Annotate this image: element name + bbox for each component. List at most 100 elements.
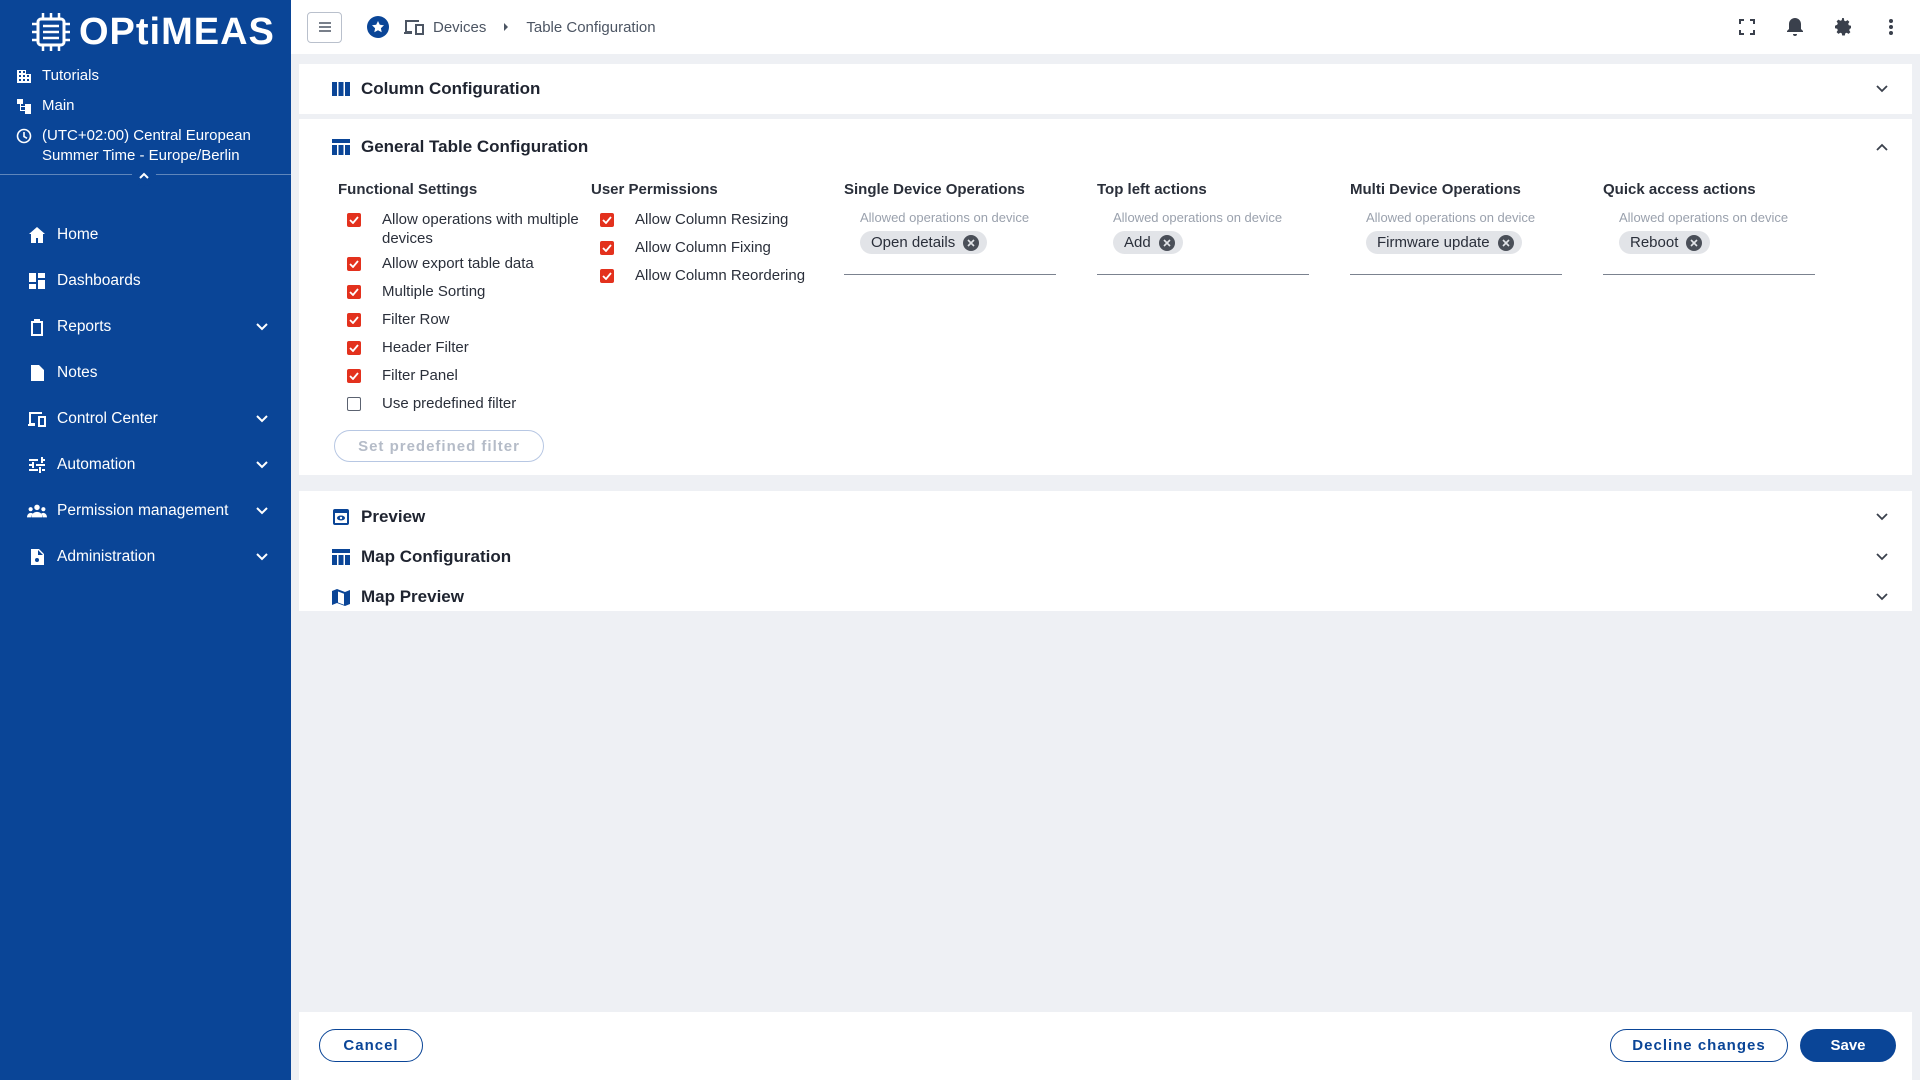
checkbox-checked-icon[interactable] (347, 257, 361, 271)
chevron-down-icon (256, 323, 268, 331)
chevron-up-icon[interactable] (1872, 137, 1892, 157)
multi-device-operations-field[interactable]: Allowed operations on device Firmware up… (1350, 210, 1562, 275)
map-configuration-header[interactable]: Map Configuration (299, 537, 1912, 577)
chevron-down-icon[interactable] (1872, 547, 1892, 567)
remove-chip-icon[interactable] (1686, 234, 1703, 251)
menu-toggle-button[interactable] (307, 11, 342, 43)
logo[interactable]: OPtiMEAS (0, 0, 291, 56)
breadcrumb: Devices Table Configuration (389, 18, 656, 36)
tenant-label: Tutorials (42, 67, 99, 84)
user-permissions: User Permissions Allow Column Resizing A… (591, 181, 831, 294)
table-icon (331, 137, 351, 157)
chevron-down-icon[interactable] (1872, 587, 1892, 607)
dashboard-icon (27, 271, 47, 291)
preview-panels: Preview Map Configuration Map Preview (299, 491, 1912, 611)
remove-chip-icon[interactable] (1158, 234, 1175, 251)
checkbox-checked-icon[interactable] (347, 341, 361, 355)
more-vert-icon[interactable] (1880, 16, 1902, 38)
quick-access-actions-field[interactable]: Allowed operations on device Reboot (1603, 210, 1815, 275)
preview-icon (331, 507, 351, 527)
preview-header[interactable]: Preview (299, 497, 1912, 537)
chevron-down-icon[interactable] (1872, 79, 1892, 99)
chevron-down-icon (256, 507, 268, 515)
decline-changes-button[interactable]: Decline changes (1610, 1029, 1788, 1062)
checkbox-checked-icon[interactable] (347, 213, 361, 227)
checkbox-column-resizing[interactable]: Allow Column Resizing (591, 210, 831, 238)
set-predefined-filter-button[interactable]: Set predefined filter (334, 430, 544, 462)
checkbox-checked-icon[interactable] (600, 269, 614, 283)
checkbox-filter-panel[interactable]: Filter Panel (338, 366, 583, 394)
checkbox-checked-icon[interactable] (347, 285, 361, 299)
checkbox-export-table[interactable]: Allow export table data (338, 254, 583, 282)
nav-control-center[interactable]: Control Center (0, 396, 291, 442)
checkbox-column-fixing[interactable]: Allow Column Fixing (591, 238, 831, 266)
remove-chip-icon[interactable] (1497, 234, 1514, 251)
checkbox-checked-icon[interactable] (600, 241, 614, 255)
breadcrumb-devices[interactable]: Devices (403, 18, 486, 36)
remove-chip-icon[interactable] (963, 234, 980, 251)
tenant-timezone[interactable]: (UTC+02:00) Central European Summer Time… (16, 126, 291, 166)
chip-add: Add (1113, 231, 1183, 254)
quick-access-actions: Quick access actions Allowed operations … (1603, 181, 1815, 275)
column-configuration-header[interactable]: Column Configuration (299, 64, 1912, 114)
logo-chip-icon (32, 13, 70, 51)
cancel-button[interactable]: Cancel (319, 1029, 423, 1062)
main-nav: Home Dashboards Reports Notes Control Ce… (0, 212, 291, 580)
tenant-tutorials[interactable]: Tutorials (16, 66, 291, 86)
checkbox-checked-icon[interactable] (347, 313, 361, 327)
nav-permission-management[interactable]: Permission management (0, 488, 291, 534)
column-configuration-panel: Column Configuration (299, 64, 1912, 114)
multi-device-operations: Multi Device Operations Allowed operatio… (1350, 181, 1562, 275)
checkbox-checked-icon[interactable] (347, 369, 361, 383)
checkbox-filter-row[interactable]: Filter Row (338, 310, 583, 338)
single-device-operations: Single Device Operations Allowed operati… (844, 181, 1056, 275)
chevron-down-icon (256, 553, 268, 561)
tenant-info: Tutorials Main (UTC+02:00) Central Europ… (0, 56, 291, 166)
devices-icon (404, 20, 424, 35)
single-device-operations-field[interactable]: Allowed operations on device Open detail… (844, 210, 1056, 275)
chevron-down-icon (256, 415, 268, 423)
logo-text: OPtiMEAS (79, 10, 275, 53)
main-content: Column Configuration General Table Confi… (291, 54, 1920, 1080)
nav-notes[interactable]: Notes (0, 350, 291, 396)
favorite-star-icon[interactable] (367, 16, 389, 38)
checkbox-predefined-filter[interactable]: Use predefined filter (338, 394, 583, 422)
nav-automation[interactable]: Automation (0, 442, 291, 488)
tenant-main[interactable]: Main (16, 96, 291, 116)
nav-administration[interactable]: Administration (0, 534, 291, 580)
note-icon (27, 363, 47, 383)
map-preview-header[interactable]: Map Preview (299, 577, 1912, 617)
checkbox-unchecked-icon[interactable] (347, 397, 361, 411)
sliders-icon (27, 455, 47, 475)
general-table-configuration-header[interactable]: General Table Configuration (299, 119, 1912, 169)
save-button[interactable]: Save (1800, 1029, 1896, 1062)
checkbox-header-filter[interactable]: Header Filter (338, 338, 583, 366)
fullscreen-icon[interactable] (1736, 16, 1758, 38)
checkbox-column-reordering[interactable]: Allow Column Reordering (591, 266, 831, 294)
home-icon (27, 225, 47, 245)
checkbox-multiple-devices[interactable]: Allow operations with multiple devices (338, 210, 583, 254)
nav-dashboards[interactable]: Dashboards (0, 258, 291, 304)
hierarchy-icon (17, 99, 31, 114)
general-settings-columns: Functional Settings Allow operations wit… (299, 169, 1912, 462)
top-left-actions: Top left actions Allowed operations on d… (1097, 181, 1309, 275)
nav-reports[interactable]: Reports (0, 304, 291, 350)
chevron-down-icon[interactable] (1872, 507, 1892, 527)
table-icon (331, 547, 351, 567)
top-left-actions-field[interactable]: Allowed operations on device Add (1097, 210, 1309, 275)
collapse-tenant-button[interactable] (132, 166, 156, 186)
sidebar: OPtiMEAS Tutorials Main (UTC+02:00) Cent… (0, 0, 291, 1080)
checkbox-multiple-sorting[interactable]: Multiple Sorting (338, 282, 583, 310)
columns-icon (331, 79, 351, 99)
gear-icon[interactable] (1832, 16, 1854, 38)
bell-icon[interactable] (1784, 16, 1806, 38)
functional-settings: Functional Settings Allow operations wit… (334, 181, 583, 462)
admin-doc-icon (27, 547, 47, 567)
clock-icon (16, 128, 32, 144)
chevron-up-icon (139, 172, 149, 179)
user-permissions-title: User Permissions (591, 181, 718, 198)
chip-open-details: Open details (860, 231, 988, 254)
nav-home[interactable]: Home (0, 212, 291, 258)
map-icon (331, 587, 351, 607)
checkbox-checked-icon[interactable] (600, 213, 614, 227)
